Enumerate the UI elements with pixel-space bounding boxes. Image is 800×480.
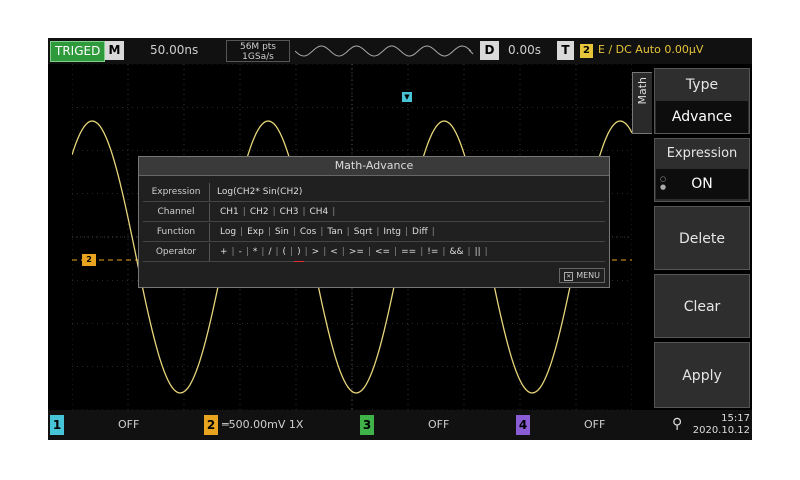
top-status-bar: TRIGED M 50.00ns 56M pts 1GSa/s D 0.00s … <box>48 38 752 64</box>
token-button[interactable]: Log <box>217 223 239 241</box>
oscilloscope-screen: TRIGED M 50.00ns 56M pts 1GSa/s D 0.00s … <box>48 38 752 440</box>
token-button[interactable]: + <box>217 243 231 261</box>
token-button[interactable]: Intg <box>380 223 404 241</box>
ch1-badge[interactable]: 1 <box>50 415 64 435</box>
close-icon: ✕ <box>564 272 574 281</box>
token-button[interactable]: - <box>236 243 245 261</box>
token-button[interactable]: Sin <box>272 223 292 241</box>
token-button[interactable]: / <box>265 243 274 261</box>
token-button[interactable]: <= <box>372 243 393 261</box>
function-row: Function Log | Exp | Sin | Cos | Tan | Sqrt | Intg | D… <box>143 223 605 242</box>
token-button[interactable]: CH3 <box>277 203 302 221</box>
token-separator: | <box>332 207 336 217</box>
delay-indicator[interactable]: D <box>480 41 499 60</box>
token-button[interactable]: ( <box>280 243 290 261</box>
token-button[interactable]: >= <box>346 243 367 261</box>
token-button[interactable]: Exp <box>244 223 267 241</box>
dialog-title: Math-Advance <box>139 157 609 176</box>
ch3-status[interactable]: OFF <box>428 418 449 431</box>
math-tab-label: Math <box>636 77 649 105</box>
trigger-indicator[interactable]: T <box>557 41 574 60</box>
ch2-badge[interactable]: 2 <box>204 415 218 435</box>
side-menu: Type Advance Expression ○ ● ON Delete Cle… <box>652 68 752 410</box>
expression-softkey[interactable]: Expression ○ ● ON <box>654 138 750 202</box>
trigger-status: TRIGED <box>50 41 106 62</box>
sampling-info: 56M pts 1GSa/s <box>226 40 290 62</box>
timebase-value[interactable]: 50.00ns <box>150 43 198 57</box>
ch3-badge[interactable]: 3 <box>360 415 374 435</box>
type-softkey[interactable]: Type Advance <box>654 68 750 134</box>
type-value: Advance <box>656 101 748 133</box>
token-button[interactable]: Tan <box>324 223 345 241</box>
trigger-settings[interactable]: E ∕ DC Auto 0.00μV <box>598 43 703 56</box>
expression-state: ○ ● ON <box>656 169 748 199</box>
token-button[interactable]: Cos <box>297 223 319 241</box>
expression-row: Expression Log(CH2* Sin(CH2) <box>143 183 605 202</box>
operator-tokens: + | - | * | / |(|) | > | < | >= | <= | == | != | && | || | <box>217 243 489 262</box>
trigger-channel-badge: 2 <box>580 44 593 58</box>
ch1-status[interactable]: OFF <box>118 418 139 431</box>
ch2-status[interactable]: ═500.00mV 1X <box>222 418 303 431</box>
token-button[interactable]: CH2 <box>247 203 272 221</box>
channel-label: Channel <box>143 203 210 221</box>
operator-row: Operator + | - | * | / |(|) | > | < | >= | <= | == | != | && |… <box>143 243 605 262</box>
apply-softkey[interactable]: Apply <box>654 342 750 408</box>
math-menu-tab: Math <box>632 72 653 134</box>
clock-date: 2020.10.12 <box>692 425 750 436</box>
token-button[interactable]: CH4 <box>306 203 331 221</box>
token-button[interactable]: * <box>250 243 261 261</box>
token-button[interactable]: || <box>472 243 484 261</box>
token-button[interactable]: ) <box>294 243 304 262</box>
token-button[interactable]: Diff <box>409 223 431 241</box>
ch2-level-marker[interactable]: 2 <box>82 254 96 266</box>
token-button[interactable]: != <box>424 243 441 261</box>
token-button[interactable]: CH1 <box>217 203 242 221</box>
waveform-overview-icon <box>295 45 474 57</box>
sample-rate: 1GSa/s <box>242 52 274 62</box>
channel-status-bar: 1 OFF 2 ═500.00mV 1X 3 OFF 4 OFF ⚲ 15:17… <box>48 410 752 440</box>
token-separator: | <box>431 227 435 237</box>
usb-icon: ⚲ <box>672 416 683 432</box>
delay-value[interactable]: 0.00s <box>508 43 541 57</box>
memory-depth: 56M pts <box>239 42 276 52</box>
clock: 15:17 2020.10.12 <box>688 413 750 437</box>
math-advance-dialog: Math-Advance Expression Log(CH2* Sin(CH2… <box>138 156 610 288</box>
clear-softkey[interactable]: Clear <box>654 274 750 338</box>
token-button[interactable]: < <box>327 243 341 261</box>
ch4-status[interactable]: OFF <box>584 418 605 431</box>
clock-time: 15:17 <box>721 413 750 424</box>
operator-label: Operator <box>143 243 210 261</box>
function-tokens: Log | Exp | Sin | Cos | Tan | Sqrt | Intg | Diff | <box>217 223 436 241</box>
toggle-icon: ○ ● <box>660 175 667 191</box>
menu-label: MENU <box>576 271 600 280</box>
expression-value[interactable]: Log(CH2* Sin(CH2) <box>217 183 302 201</box>
delete-softkey[interactable]: Delete <box>654 206 750 270</box>
function-label: Function <box>143 223 210 241</box>
expression-softkey-label: Expression <box>666 146 738 161</box>
type-label: Type <box>685 77 719 93</box>
channel-tokens: CH1 | CH2 | CH3 | CH4 | <box>217 203 336 221</box>
ch4-badge[interactable]: 4 <box>516 415 530 435</box>
expression-label: Expression <box>143 183 210 201</box>
timebase-mode-indicator[interactable]: M <box>105 41 124 60</box>
menu-button[interactable]: ✕ MENU <box>559 268 605 283</box>
token-button[interactable]: && <box>446 243 466 261</box>
token-button[interactable]: == <box>398 243 419 261</box>
token-button[interactable]: Sqrt <box>351 223 376 241</box>
channel-row: Channel CH1 | CH2 | CH3 | CH4 | <box>143 203 605 222</box>
token-separator: | <box>484 247 488 257</box>
token-button[interactable]: > <box>309 243 323 261</box>
trigger-position-marker: ▼ <box>402 92 412 102</box>
